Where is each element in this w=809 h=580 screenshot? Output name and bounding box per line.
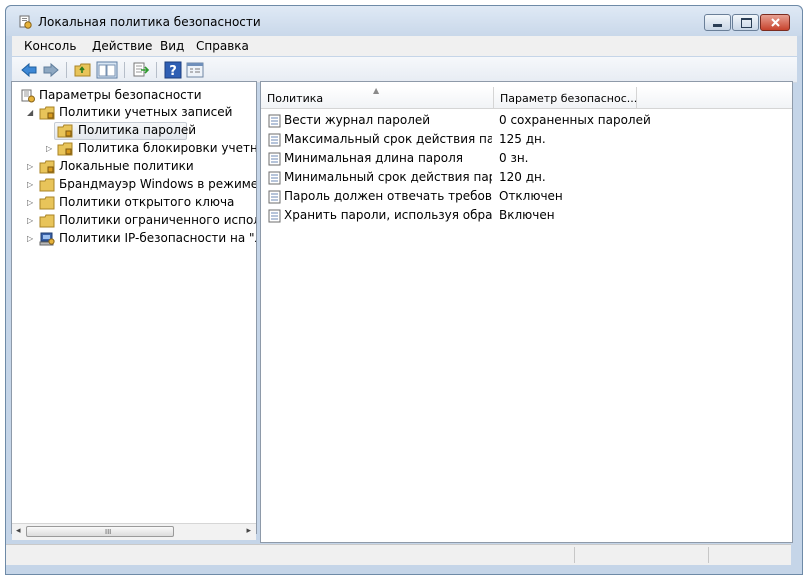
help-icon[interactable]: ? (164, 61, 182, 79)
folder-icon (39, 178, 55, 192)
tree-collapsed-arrow-icon[interactable]: ▷ (27, 162, 35, 172)
close-icon (771, 18, 780, 27)
tree-item-label: Локальные политики (59, 159, 194, 173)
details-pane[interactable]: ▲ Политика Параметр безопаснос... Вести … (260, 81, 793, 543)
tree-horizontal-scrollbar[interactable]: ◂ III ▸ (12, 523, 256, 540)
tree-item-label: Политика блокировки учетной з (78, 141, 257, 155)
up-folder-icon[interactable] (74, 61, 92, 79)
tree-collapsed-arrow-icon[interactable]: ▷ (27, 198, 35, 208)
title-bar[interactable]: Локальная политика безопасности (6, 6, 802, 36)
back-arrow-icon[interactable] (20, 61, 38, 79)
menu-console[interactable]: Консоль (24, 39, 76, 53)
policy-setting-icon (268, 114, 281, 128)
toolbar: ? (12, 57, 797, 83)
tree-item-label: Политики ограниченного использо (59, 213, 256, 227)
tree-collapsed-arrow-icon[interactable]: ▷ (27, 234, 35, 244)
window-title: Локальная политика безопасности (38, 15, 261, 29)
sort-ascending-icon: ▲ (373, 86, 380, 95)
locked-folder-icon (39, 160, 55, 174)
tree-item-label: Политики IP-безопасности на "Лока (59, 231, 256, 245)
status-separator (708, 547, 709, 563)
policy-setting-icon (268, 190, 281, 204)
close-button[interactable] (760, 14, 790, 31)
security-policy-app-icon[interactable] (18, 15, 32, 29)
tree-item-label: Брандмауэр Windows в режиме пов (59, 177, 257, 191)
maximize-icon (741, 18, 752, 28)
ip-security-computer-icon (39, 232, 55, 246)
tree-item-label: Политики открытого ключа (59, 195, 235, 209)
policy-setting-icon (268, 171, 281, 185)
policy-name: Вести журнал паролей (284, 113, 431, 127)
export-list-icon[interactable] (132, 61, 150, 79)
policy-row[interactable]: Вести журнал паролей 0 сохраненных парол… (261, 112, 792, 131)
policy-name: Максимальный срок действия паро... (284, 132, 492, 146)
folder-icon (39, 196, 55, 210)
tree-root-label: Параметры безопасности (39, 88, 202, 102)
policy-value: 0 зн. (499, 151, 529, 165)
tree-item-label: Политики учетных записей (59, 105, 233, 119)
scrollbar-thumb[interactable]: III (26, 526, 174, 537)
forward-arrow-icon[interactable] (42, 61, 60, 79)
tree-collapsed-arrow-icon[interactable]: ▷ (27, 180, 35, 190)
column-header-policy[interactable]: ▲ Политика (261, 86, 494, 109)
folder-icon (39, 214, 55, 228)
locked-folder-icon (39, 106, 55, 120)
status-bar (6, 544, 791, 565)
policy-row[interactable]: Максимальный срок действия паро... 125 д… (261, 131, 792, 150)
minimize-button[interactable] (704, 14, 731, 31)
tree-item-label: Политика паролей (78, 123, 197, 137)
column-header-label: Параметр безопаснос... (500, 92, 638, 105)
policy-name: Минимальный срок действия пароля (284, 170, 492, 184)
policy-setting-icon (268, 133, 281, 147)
policy-value: 125 дн. (499, 132, 546, 146)
policy-setting-icon (268, 152, 281, 166)
policy-row[interactable]: Хранить пароли, используя обрати... Вклю… (261, 207, 792, 226)
policy-row[interactable]: Минимальная длина пароля 0 зн. (261, 150, 792, 169)
tree-expanded-arrow-icon[interactable]: ◢ (27, 108, 35, 118)
menu-bar: Консоль Действие Вид Справка (12, 36, 797, 56)
properties-icon[interactable] (186, 61, 204, 79)
minimize-icon (713, 24, 722, 27)
maximize-button[interactable] (732, 14, 759, 31)
policy-value: 120 дн. (499, 170, 546, 184)
locked-folder-icon (57, 124, 73, 138)
column-header-label: Политика (267, 92, 324, 105)
policy-value: 0 сохраненных паролей (499, 113, 651, 127)
svg-text:?: ? (169, 64, 177, 79)
status-separator (574, 547, 575, 563)
scroll-left-arrow-icon[interactable]: ◂ (16, 526, 21, 536)
column-header-security-setting[interactable]: Параметр безопаснос... (494, 87, 637, 109)
console-tree-pane[interactable]: Параметры безопасности ◢ Политики учетны… (11, 81, 257, 534)
policy-name: Минимальная длина пароля (284, 151, 464, 165)
toolbar-separator (66, 62, 67, 78)
tree-collapsed-arrow-icon[interactable]: ▷ (27, 216, 35, 226)
toolbar-separator (156, 62, 157, 78)
menu-help[interactable]: Справка (196, 39, 249, 53)
policy-name: Пароль должен отвечать требовани... (284, 189, 492, 203)
policy-value: Отключен (499, 189, 563, 203)
security-settings-icon (21, 89, 35, 103)
policy-value: Включен (499, 208, 555, 222)
tree-collapsed-arrow-icon[interactable]: ▷ (46, 144, 54, 154)
toolbar-separator (124, 62, 125, 78)
policy-name: Хранить пароли, используя обрати... (284, 208, 492, 222)
show-hide-tree-icon[interactable] (96, 61, 118, 79)
column-header-empty (637, 87, 792, 109)
locked-folder-icon (57, 142, 73, 156)
policy-row[interactable]: Минимальный срок действия пароля 120 дн. (261, 169, 792, 188)
policy-row[interactable]: Пароль должен отвечать требовани... Откл… (261, 188, 792, 207)
menu-action[interactable]: Действие (92, 39, 152, 53)
scrollbar-grip: III (105, 528, 112, 536)
scroll-right-arrow-icon[interactable]: ▸ (246, 526, 251, 536)
policy-setting-icon (268, 209, 281, 223)
menu-view[interactable]: Вид (160, 39, 184, 53)
